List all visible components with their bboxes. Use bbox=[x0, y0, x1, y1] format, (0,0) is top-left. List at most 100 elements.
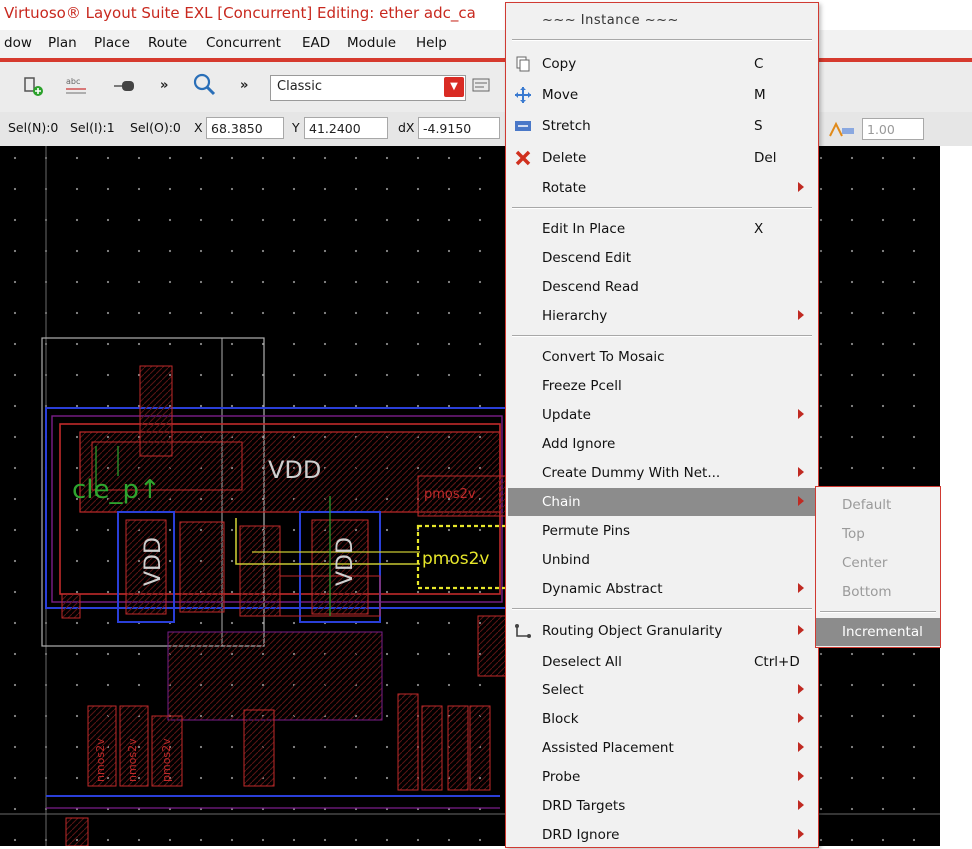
menu-route[interactable]: Route bbox=[148, 35, 187, 51]
y-coordinate-field[interactable]: 41.2400 bbox=[304, 117, 388, 139]
menu-item-delete[interactable]: Delete Del bbox=[508, 144, 816, 172]
mode-select-value: Classic bbox=[277, 79, 322, 94]
menu-item-stretch[interactable]: Stretch S bbox=[508, 112, 816, 140]
submenu-item-top[interactable]: Top bbox=[816, 520, 940, 548]
menu-item-convert-to-mosaic[interactable]: Convert To Mosaic bbox=[508, 343, 816, 371]
menu-item-deselect-all[interactable]: Deselect All Ctrl+D bbox=[508, 648, 816, 676]
coordinate-bar: Sel(N):0 Sel(I):1 Sel(O):0 X 68.3850 Y 4… bbox=[0, 112, 972, 147]
menu-item-update[interactable]: Update bbox=[508, 401, 816, 429]
submenu-arrow-icon bbox=[798, 771, 804, 781]
submenu-arrow-icon bbox=[798, 625, 804, 635]
label-vdd-rot2: VDD bbox=[333, 537, 358, 586]
menu-separator bbox=[512, 39, 812, 41]
menu-item-select[interactable]: Select bbox=[508, 676, 816, 704]
toolbar: abc » » Classic ▼ bbox=[0, 62, 972, 113]
menu-item-copy[interactable]: Copy C bbox=[508, 50, 816, 78]
menu-separator bbox=[512, 207, 812, 209]
submenu-arrow-icon bbox=[798, 496, 804, 506]
submenu-item-center[interactable]: Center bbox=[816, 549, 940, 577]
menu-item-block[interactable]: Block bbox=[508, 705, 816, 733]
menu-item-drd-targets[interactable]: DRD Targets bbox=[508, 792, 816, 820]
menu-item-descend-edit[interactable]: Descend Edit bbox=[508, 244, 816, 272]
menu-item-drd-ignore[interactable]: DRD Ignore bbox=[508, 821, 816, 849]
menu-separator bbox=[820, 611, 936, 613]
window-title: Virtuoso® Layout Suite EXL [Concurrent] … bbox=[4, 4, 476, 22]
submenu-arrow-icon bbox=[798, 182, 804, 192]
menu-place[interactable]: Place bbox=[94, 35, 130, 51]
menu-item-hierarchy[interactable]: Hierarchy bbox=[508, 302, 816, 330]
chevron-down-icon[interactable]: ▼ bbox=[444, 77, 464, 97]
delete-icon bbox=[514, 149, 532, 167]
submenu-arrow-icon bbox=[798, 583, 804, 593]
x-coordinate-field[interactable]: 68.3850 bbox=[206, 117, 284, 139]
submenu-arrow-icon bbox=[798, 800, 804, 810]
label-cle: cle_p↑ bbox=[72, 475, 161, 505]
menu-item-move[interactable]: Move M bbox=[508, 81, 816, 109]
move-icon bbox=[514, 86, 532, 104]
dx-field[interactable]: -4.9150 bbox=[418, 117, 500, 139]
copy-icon bbox=[514, 55, 532, 73]
options-icon[interactable] bbox=[470, 75, 494, 97]
sel-n-count: Sel(N):0 bbox=[8, 120, 59, 135]
y-label: Y bbox=[292, 120, 300, 135]
menu-plan[interactable]: Plan bbox=[48, 35, 77, 51]
submenu-arrow-icon bbox=[798, 742, 804, 752]
menu-separator bbox=[512, 608, 812, 610]
title-bar: Virtuoso® Layout Suite EXL [Concurrent] … bbox=[0, 0, 972, 30]
menu-item-descend-read[interactable]: Descend Read bbox=[508, 273, 816, 301]
menu-module[interactable]: Module bbox=[347, 35, 396, 51]
menu-item-add-ignore[interactable]: Add Ignore bbox=[508, 430, 816, 458]
more-icon[interactable]: » bbox=[160, 78, 168, 93]
menu-item-rotate[interactable]: Rotate bbox=[508, 174, 816, 202]
submenu-item-default[interactable]: Default bbox=[816, 491, 940, 519]
menu-bar: dow Plan Place Route Concurrent EAD Modu… bbox=[0, 30, 972, 59]
label-vdd-top: VDD bbox=[268, 456, 321, 484]
menu-header: ~~~ Instance ~~~ bbox=[542, 13, 679, 28]
label-nmos-b: nmos2v bbox=[126, 738, 139, 782]
label-nmos-a: nmos2v bbox=[94, 738, 107, 782]
submenu-item-incremental[interactable]: Incremental bbox=[816, 618, 940, 646]
more-icon[interactable]: » bbox=[240, 78, 248, 93]
routing-granularity-icon bbox=[514, 622, 532, 640]
chain-submenu: Default Top Center Bottom Incremental bbox=[815, 486, 941, 648]
sel-o-count: Sel(O):0 bbox=[130, 120, 181, 135]
scale-field[interactable]: 1.00 bbox=[862, 118, 924, 140]
submenu-arrow-icon bbox=[798, 310, 804, 320]
stretch-icon bbox=[514, 117, 532, 135]
menu-item-routing-object-granularity[interactable]: Routing Object Granularity bbox=[508, 617, 816, 645]
label-pmos-top: pmos2v bbox=[424, 487, 476, 502]
menu-concurrent[interactable]: Concurrent bbox=[206, 35, 281, 51]
menu-item-dynamic-abstract[interactable]: Dynamic Abstract bbox=[508, 575, 816, 603]
menu-item-probe[interactable]: Probe bbox=[508, 763, 816, 791]
x-label: X bbox=[194, 120, 203, 135]
menu-item-assisted-placement[interactable]: Assisted Placement bbox=[508, 734, 816, 762]
snap-icon[interactable] bbox=[828, 120, 856, 138]
submenu-item-bottom[interactable]: Bottom bbox=[816, 578, 940, 606]
zoom-icon[interactable] bbox=[192, 72, 216, 96]
menu-ead[interactable]: EAD bbox=[302, 35, 330, 51]
canvas-margin bbox=[940, 146, 972, 846]
create-label-icon[interactable]: abc bbox=[64, 75, 88, 97]
menu-item-permute-pins[interactable]: Permute Pins bbox=[508, 517, 816, 545]
menu-item-unbind[interactable]: Unbind bbox=[508, 546, 816, 574]
submenu-arrow-icon bbox=[798, 713, 804, 723]
menu-item-edit-in-place[interactable]: Edit In Place X bbox=[508, 215, 816, 243]
submenu-arrow-icon bbox=[798, 684, 804, 694]
create-instance-icon[interactable] bbox=[22, 75, 46, 97]
sel-i-count: Sel(I):1 bbox=[70, 120, 115, 135]
label-vdd-rot1: VDD bbox=[141, 537, 166, 586]
instance-context-menu: ~~~ Instance ~~~ Copy C Move M Stretch S… bbox=[505, 2, 819, 848]
create-pin-icon[interactable] bbox=[112, 75, 136, 97]
menu-help[interactable]: Help bbox=[416, 35, 447, 51]
submenu-arrow-icon bbox=[798, 409, 804, 419]
menu-window[interactable]: dow bbox=[4, 35, 32, 51]
submenu-arrow-icon bbox=[798, 829, 804, 839]
dx-label: dX bbox=[398, 120, 415, 135]
menu-separator bbox=[512, 335, 812, 337]
mode-select[interactable]: Classic ▼ bbox=[270, 75, 466, 101]
menu-item-create-dummy[interactable]: Create Dummy With Net... bbox=[508, 459, 816, 487]
svg-text:abc: abc bbox=[66, 77, 80, 86]
menu-item-freeze-pcell[interactable]: Freeze Pcell bbox=[508, 372, 816, 400]
label-pmos-selected: pmos2v bbox=[422, 549, 490, 569]
menu-item-chain[interactable]: Chain bbox=[508, 488, 816, 516]
